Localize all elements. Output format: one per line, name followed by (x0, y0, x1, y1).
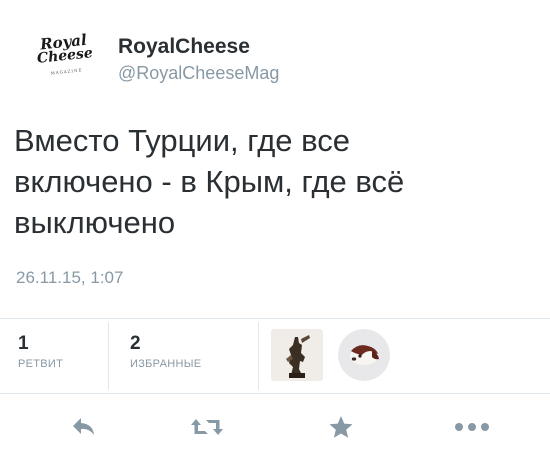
avatar-logo-line2: Cheese (36, 45, 94, 67)
retweet-count: 1 (18, 333, 29, 354)
retweet-button[interactable] (187, 412, 227, 442)
dog-avatar[interactable] (338, 329, 390, 381)
author-display-name[interactable]: RoyalCheese (118, 34, 279, 60)
statue-avatar[interactable] (271, 329, 323, 381)
more-button[interactable] (452, 412, 492, 442)
favorite-label: ИЗБРАННЫЕ (130, 358, 202, 370)
stats-divider-bottom (0, 393, 550, 394)
author-handle[interactable]: @RoyalCheeseMag (118, 61, 279, 85)
reply-icon (73, 418, 94, 435)
avatar-logo-tiny: MAGAZINE (50, 67, 83, 76)
tweet-text: Вместо Турции, где все включено - в Крым… (14, 123, 405, 240)
retweet-label: РЕТВИТ (18, 358, 64, 370)
favorite-button[interactable] (321, 412, 361, 442)
author-avatar[interactable]: Royal Cheese MAGAZINE (27, 25, 103, 90)
stat-separator (258, 322, 259, 390)
favorite-stat[interactable]: 2 ИЗБРАННЫЕ (130, 333, 202, 371)
favorite-count: 2 (130, 333, 141, 354)
tweet-card: Royal Cheese MAGAZINE RoyalCheese @Royal… (0, 0, 550, 458)
favorite-icon (329, 416, 353, 438)
retweet-stat[interactable]: 1 РЕТВИТ (18, 333, 64, 371)
author-names: RoyalCheese @RoyalCheeseMag (118, 34, 279, 85)
stat-separator (108, 322, 109, 390)
reply-button[interactable] (64, 412, 104, 442)
retweet-icon (191, 419, 223, 435)
stats-divider-top (0, 318, 550, 319)
tweet-header: Royal Cheese MAGAZINE RoyalCheese @Royal… (30, 28, 279, 86)
tweet-actions (0, 400, 550, 452)
tweet-timestamp[interactable]: 26.11.15, 1:07 (16, 268, 123, 288)
more-icon (455, 423, 489, 431)
